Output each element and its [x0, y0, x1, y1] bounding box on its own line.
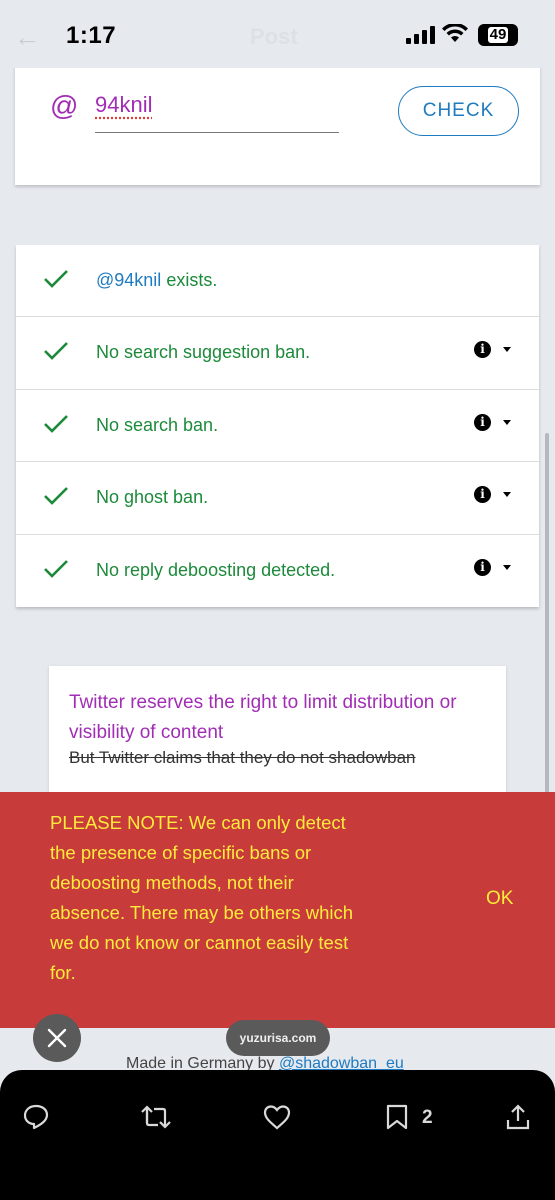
battery-icon: 49	[478, 24, 518, 46]
notice-line-2-strikethrough: But Twitter claims that they do not shad…	[69, 748, 416, 767]
info-icon[interactable]: i	[474, 558, 491, 576]
result-text: @94knil exists.	[96, 270, 218, 290]
expand-caret-icon[interactable]	[503, 347, 511, 353]
notice-card: Twitter reserves the right to limit dist…	[49, 666, 506, 806]
checkmark-icon	[44, 270, 68, 288]
background-title: Post	[250, 24, 298, 49]
notice-line-1: Twitter reserves the right to limit dist…	[69, 692, 457, 743]
reply-button[interactable]	[22, 1103, 50, 1136]
checkmark-icon	[44, 487, 68, 506]
expand-caret-icon[interactable]	[503, 419, 511, 425]
info-icon[interactable]: i	[474, 341, 491, 359]
result-text: No ghost ban.	[96, 487, 209, 508]
result-text: No reply deboosting detected.	[96, 559, 336, 580]
expand-caret-icon[interactable]	[503, 564, 511, 570]
domain-pill[interactable]: yuzurisa.com	[226, 1020, 330, 1056]
wifi-icon	[442, 24, 468, 42]
info-icon[interactable]: i	[474, 486, 491, 504]
snackbar-message: PLEASE NOTE: We can only detect the pres…	[50, 812, 354, 983]
info-icon[interactable]: i	[474, 413, 491, 431]
checkmark-icon	[44, 414, 68, 433]
result-row-search-ban[interactable]: No search ban. i	[16, 390, 539, 463]
battery-level: 49	[487, 26, 509, 43]
like-button[interactable]	[262, 1103, 292, 1136]
at-icon: @	[50, 90, 79, 121]
result-row-exists: @94knil exists.	[16, 245, 539, 318]
share-button[interactable]	[504, 1103, 532, 1136]
username-input-underline	[95, 132, 339, 133]
clock-time: 1:17	[66, 22, 117, 49]
expand-caret-icon[interactable]	[503, 492, 511, 498]
checkmark-icon	[44, 559, 68, 578]
bookmark-icon	[386, 1104, 408, 1130]
retweet-icon	[141, 1105, 171, 1129]
username-card: username @ 94knil CHECK	[15, 52, 540, 185]
status-bar: ← 1:17 Post 49	[0, 0, 555, 68]
share-icon	[506, 1104, 530, 1130]
result-text: No search suggestion ban.	[96, 342, 311, 363]
result-text: No search ban.	[96, 414, 219, 435]
retweet-button[interactable]	[140, 1103, 172, 1136]
cellular-signal-icon	[406, 26, 435, 44]
reply-icon	[23, 1104, 49, 1130]
close-icon	[47, 1028, 67, 1048]
bookmark-count: 2	[422, 1107, 433, 1128]
check-button[interactable]: CHECK	[398, 86, 519, 136]
disclaimer-snackbar: PLEASE NOTE: We can only detect the pres…	[0, 792, 555, 1028]
result-handle-link[interactable]: @94knil	[96, 270, 161, 290]
checkmark-icon	[44, 342, 68, 361]
post-action-bar: 2	[0, 1070, 555, 1200]
username-input[interactable]: 94knil	[95, 92, 152, 118]
results-list: @94knil exists. No search suggestion ban…	[16, 245, 539, 607]
result-row-reply-deboosting[interactable]: No reply deboosting detected. i	[16, 535, 539, 607]
ok-button[interactable]: OK	[474, 884, 525, 914]
result-row-ghost-ban[interactable]: No ghost ban. i	[16, 462, 539, 535]
bookmark-button[interactable]: 2	[384, 1103, 433, 1136]
back-arrow-icon[interactable]: ←	[14, 22, 40, 53]
result-row-search-suggestion-ban[interactable]: No search suggestion ban. i	[16, 317, 539, 390]
like-icon	[263, 1105, 291, 1130]
close-button[interactable]	[33, 1014, 81, 1062]
